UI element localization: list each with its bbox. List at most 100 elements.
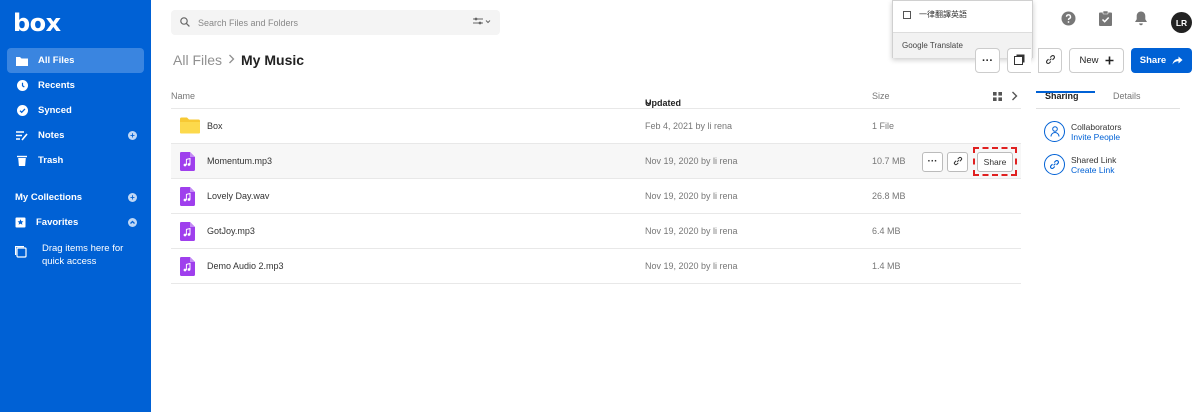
file-table-header: Name Updated Size bbox=[171, 84, 1021, 109]
file-size: 1 File bbox=[872, 121, 895, 131]
file-name[interactable]: GotJoy.mp3 bbox=[207, 226, 255, 236]
copy-doc-icon bbox=[1014, 54, 1025, 68]
sidebar-item-notes[interactable]: Notes + bbox=[7, 123, 144, 148]
sort-down-icon bbox=[645, 98, 652, 108]
sidebar-item-all-files[interactable]: All Files bbox=[7, 48, 144, 73]
file-updated: Nov 19, 2020 by li rena bbox=[645, 226, 738, 236]
sidebar-item-label: All Files bbox=[38, 55, 75, 66]
search-input[interactable]: Search Files and Folders bbox=[198, 18, 298, 28]
sidebar-item-label: Trash bbox=[38, 155, 64, 166]
my-collections-section[interactable]: My Collections + bbox=[7, 186, 144, 208]
sidebar-nav: All Files Recents Synced Notes + Trash bbox=[7, 48, 144, 173]
table-row[interactable]: Box Feb 4, 2021 by li rena 1 File bbox=[171, 109, 1021, 144]
file-name[interactable]: Demo Audio 2.mp3 bbox=[207, 261, 284, 271]
always-translate-option[interactable]: 一律翻譯英語 bbox=[903, 9, 967, 20]
invite-people-link[interactable]: Invite People bbox=[1071, 132, 1122, 142]
file-size: 1.4 MB bbox=[872, 261, 901, 271]
table-row[interactable]: Lovely Day.wav Nov 19, 2020 by li rena 2… bbox=[171, 179, 1021, 214]
new-label: New bbox=[1079, 55, 1099, 66]
collaborators-section: Collaborators Invite People bbox=[1044, 121, 1122, 142]
table-row[interactable]: GotJoy.mp3 Nov 19, 2020 by li rena 6.4 M… bbox=[171, 214, 1021, 249]
favorites-section[interactable]: Favorites bbox=[7, 211, 144, 233]
row-more-options-button[interactable]: ··· bbox=[922, 152, 943, 172]
search-bar[interactable]: Search Files and Folders bbox=[171, 10, 500, 35]
option-label: 一律翻譯英語 bbox=[919, 10, 967, 19]
link-icon bbox=[1045, 54, 1056, 68]
sidebar-item-synced[interactable]: Synced bbox=[7, 98, 144, 123]
clock-icon bbox=[16, 80, 28, 92]
row-share-button[interactable]: Share bbox=[977, 152, 1013, 172]
sidebar-item-label: Notes bbox=[38, 130, 65, 141]
sidebar-item-label: Synced bbox=[38, 105, 72, 116]
sidebar-item-recents[interactable]: Recents bbox=[7, 73, 144, 98]
breadcrumb-parent[interactable]: All Files bbox=[173, 52, 222, 68]
file-updated: Feb 4, 2021 by li rena bbox=[645, 121, 733, 131]
share-arrow-icon bbox=[1172, 56, 1183, 65]
copy-link-button[interactable] bbox=[1038, 48, 1062, 73]
file-name[interactable]: Momentum.mp3 bbox=[207, 156, 272, 166]
more-options-button[interactable]: ··· bbox=[975, 48, 1000, 73]
copy-icon bbox=[15, 246, 27, 268]
file-updated: Nov 19, 2020 by li rena bbox=[645, 191, 738, 201]
notifications-bell-icon[interactable] bbox=[1134, 11, 1148, 31]
check-circle-icon bbox=[16, 105, 28, 117]
more-label: ··· bbox=[927, 156, 938, 167]
file-updated: Nov 19, 2020 by li rena bbox=[645, 156, 738, 166]
audio-file-icon bbox=[180, 187, 195, 208]
file-size: 26.8 MB bbox=[872, 191, 906, 201]
sidebar-item-trash[interactable]: Trash bbox=[7, 148, 144, 173]
sidebar-item-label: Recents bbox=[38, 80, 75, 91]
share-label: Share bbox=[1139, 55, 1167, 66]
user-avatar[interactable]: LR bbox=[1171, 12, 1192, 33]
create-link-link[interactable]: Create Link bbox=[1071, 165, 1116, 175]
new-button[interactable]: New bbox=[1069, 48, 1124, 73]
column-size[interactable]: Size bbox=[872, 91, 890, 101]
section-label: Favorites bbox=[36, 216, 79, 228]
file-updated: Nov 19, 2020 by li rena bbox=[645, 261, 738, 271]
sidebar-tabs: Sharing Details bbox=[1036, 84, 1180, 109]
checkbox[interactable] bbox=[903, 10, 911, 19]
filter-icon[interactable] bbox=[473, 17, 491, 29]
file-name[interactable]: Lovely Day.wav bbox=[207, 191, 269, 201]
tab-details[interactable]: Details bbox=[1113, 91, 1141, 101]
file-size: 6.4 MB bbox=[872, 226, 901, 236]
page-title: My Music bbox=[241, 52, 305, 68]
section-label: My Collections bbox=[15, 191, 83, 203]
file-size: 10.7 MB bbox=[872, 156, 906, 166]
tasks-icon[interactable] bbox=[1099, 10, 1112, 31]
shared-link-section: Shared Link Create Link bbox=[1044, 154, 1116, 175]
row-copy-link-button[interactable] bbox=[947, 152, 968, 172]
column-name[interactable]: Name bbox=[171, 91, 195, 101]
audio-file-icon bbox=[180, 222, 195, 243]
link-icon bbox=[1044, 154, 1065, 175]
trash-icon bbox=[16, 155, 28, 167]
table-row[interactable]: Momentum.mp3 Nov 19, 2020 by li rena 10.… bbox=[171, 144, 1021, 179]
link-icon bbox=[953, 156, 963, 168]
folder-icon bbox=[16, 55, 28, 67]
active-tab-underline bbox=[1036, 91, 1095, 93]
collaborate-button[interactable] bbox=[1007, 48, 1031, 73]
collapse-favorites-icon[interactable] bbox=[128, 217, 137, 227]
audio-file-icon bbox=[180, 152, 195, 173]
box-logo[interactable]: box bbox=[13, 9, 61, 37]
chevron-right-icon bbox=[228, 53, 235, 67]
person-icon bbox=[1044, 121, 1065, 142]
chevron-right-icon[interactable] bbox=[1011, 91, 1018, 103]
star-box-icon bbox=[15, 217, 26, 228]
search-icon bbox=[180, 16, 190, 29]
drag-hint-text: Drag items here for quick access bbox=[42, 243, 124, 267]
grid-view-icon[interactable] bbox=[993, 92, 1002, 103]
add-note-icon[interactable]: + bbox=[128, 131, 137, 140]
drag-hint: Drag items here for quick access bbox=[15, 242, 140, 268]
audio-file-icon bbox=[180, 257, 195, 278]
help-icon[interactable] bbox=[1061, 11, 1076, 31]
shared-link-title: Shared Link bbox=[1071, 154, 1117, 165]
sidebar: box All Files Recents Synced Notes + Tra… bbox=[0, 0, 151, 412]
collaborators-title: Collaborators bbox=[1071, 121, 1122, 132]
folder-icon bbox=[180, 117, 200, 136]
table-row[interactable]: Demo Audio 2.mp3 Nov 19, 2020 by li rena… bbox=[171, 249, 1021, 284]
breadcrumb: All Files My Music bbox=[173, 52, 304, 68]
share-button[interactable]: Share bbox=[1131, 48, 1192, 73]
add-collection-icon[interactable]: + bbox=[128, 192, 137, 202]
file-name[interactable]: Box bbox=[207, 121, 223, 131]
